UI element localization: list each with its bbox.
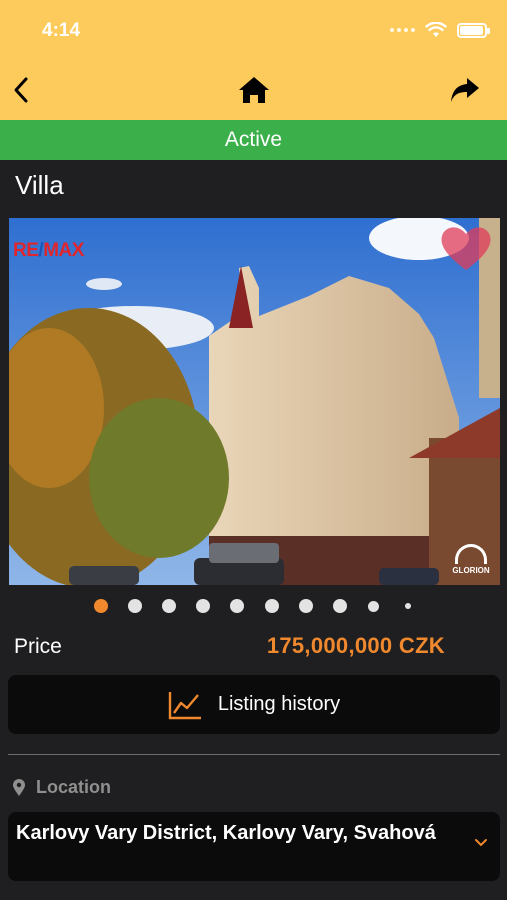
listing-status-banner: Active [0, 120, 507, 160]
glorion-logo: GLORION [448, 544, 494, 575]
wifi-icon [425, 22, 447, 37]
status-time: 4:14 [42, 20, 81, 41]
pagination-dot[interactable] [298, 599, 313, 613]
share-arrow-icon [451, 78, 479, 102]
glorion-logo-text: GLORION [452, 566, 490, 575]
map-pin-icon [13, 778, 25, 796]
cellular-signal-icon [390, 28, 415, 32]
listing-history-label: Listing history [217, 693, 341, 715]
location-header: Location [12, 777, 111, 798]
chevron-left-icon [14, 77, 28, 103]
pagination-dot[interactable] [128, 599, 143, 613]
price-label: Price [14, 635, 62, 658]
pagination-dot[interactable] [162, 599, 177, 613]
pagination-dot[interactable] [264, 599, 279, 613]
status-icons [390, 22, 490, 38]
home-button[interactable] [234, 70, 274, 110]
share-button[interactable] [445, 70, 485, 110]
remax-logo: RE/MAX [13, 240, 84, 261]
top-bar: 4:14 [0, 0, 507, 120]
chevron-down-icon [475, 839, 487, 847]
line-chart-icon [168, 691, 201, 719]
pagination-dot[interactable] [230, 599, 245, 613]
pagination-dot[interactable] [368, 600, 380, 612]
home-icon [239, 77, 269, 103]
price-value: 175,000,000 CZK [266, 633, 445, 658]
back-button[interactable] [2, 70, 42, 110]
location-label: Location [36, 777, 111, 797]
pagination-dot[interactable] [196, 599, 211, 613]
listing-history-button[interactable]: Listing history [8, 675, 500, 734]
location-value: Karlovy Vary District, Karlovy Vary, Sva… [16, 822, 436, 844]
pagination-dot[interactable] [404, 603, 411, 609]
building-photo [9, 218, 500, 585]
photo-pagination[interactable] [0, 597, 507, 615]
battery-icon [457, 22, 490, 38]
favorite-heart-icon[interactable] [438, 222, 494, 274]
pagination-dot[interactable] [94, 599, 108, 613]
section-divider [8, 754, 500, 755]
location-select[interactable]: Karlovy Vary District, Karlovy Vary, Sva… [8, 812, 500, 881]
listing-title: Villa [15, 170, 64, 200]
listing-photo[interactable]: RE/MAX GLORION [9, 218, 500, 585]
pagination-dot[interactable] [332, 599, 347, 613]
